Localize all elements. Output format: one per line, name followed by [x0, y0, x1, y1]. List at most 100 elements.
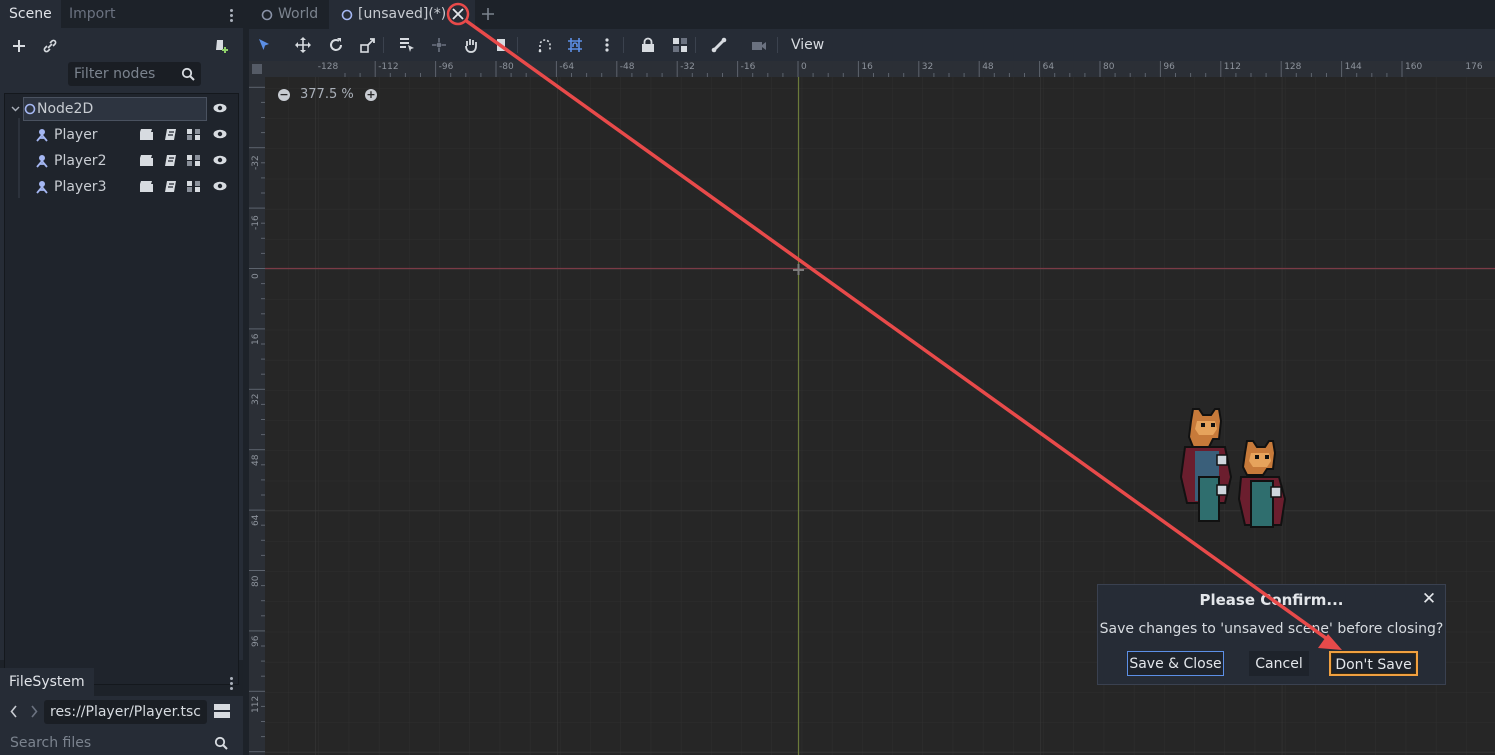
- scene-panel: Node2D Player Player2: [0, 28, 243, 685]
- open-scene-icon[interactable]: [140, 181, 153, 192]
- dock-menu-icon[interactable]: [230, 675, 234, 692]
- dock-menu-icon[interactable]: [230, 7, 234, 24]
- group-button[interactable]: [668, 33, 692, 57]
- tree-item-player2[interactable]: Player2: [9, 149, 234, 173]
- tab-import[interactable]: Import: [60, 0, 124, 28]
- ruler-x-label: -96: [438, 62, 454, 72]
- toolbar-separator: [383, 37, 384, 53]
- ruler-icon: [497, 39, 505, 51]
- tree-guides: [18, 118, 20, 198]
- camera-button[interactable]: [747, 33, 771, 57]
- grid-snap-icon: [568, 38, 582, 52]
- filter-nodes-field[interactable]: [68, 62, 201, 86]
- scene-dock-tabs: Scene Import: [0, 0, 243, 28]
- tab-scene[interactable]: Scene: [0, 0, 61, 28]
- list-view-icon[interactable]: [214, 704, 230, 718]
- smart-snap-button[interactable]: [533, 33, 557, 57]
- add-node-button[interactable]: [7, 34, 31, 58]
- move-icon: [295, 37, 311, 53]
- left-dock: Scene Import Node2D: [0, 0, 243, 755]
- zoom-in-button[interactable]: +: [365, 89, 377, 101]
- scale-icon: [360, 38, 375, 53]
- ruler-x-label: -16: [740, 62, 756, 72]
- forward-arrow-icon[interactable]: [30, 705, 38, 718]
- skeleton-button[interactable]: [707, 33, 731, 57]
- camera-icon: [752, 42, 766, 50]
- open-scene-icon[interactable]: [140, 129, 153, 140]
- player2-sprite[interactable]: [1235, 437, 1305, 532]
- search-files-field[interactable]: [4, 731, 235, 755]
- ruler-x-label: 128: [1284, 62, 1302, 72]
- cancel-button[interactable]: Cancel: [1249, 651, 1309, 676]
- snap-options-button[interactable]: [595, 33, 619, 57]
- move-mode-button[interactable]: [291, 33, 315, 57]
- group-icon: [673, 38, 687, 52]
- ruler-mode-button[interactable]: [489, 33, 513, 57]
- search-files-input[interactable]: [10, 731, 200, 755]
- tab-world[interactable]: World: [249, 0, 329, 29]
- toolbar-separator: [777, 37, 778, 53]
- view-menu[interactable]: View: [791, 36, 824, 54]
- tree-item-node2d[interactable]: Node2D: [9, 97, 234, 121]
- pivot-mode-button[interactable]: [427, 33, 451, 57]
- save-and-close-button[interactable]: Save & Close: [1127, 651, 1224, 676]
- tree-item-label: Node2D: [37, 101, 94, 117]
- tab-label: World: [278, 6, 319, 22]
- script-icon[interactable]: [164, 129, 177, 140]
- new-tab-plus-icon[interactable]: [481, 7, 495, 21]
- list-select-icon: [400, 38, 414, 52]
- script-icon[interactable]: [164, 155, 177, 166]
- node2d-icon: [341, 9, 353, 21]
- tree-item-label: Player3: [54, 179, 107, 195]
- visibility-eye-icon[interactable]: [213, 181, 227, 191]
- dialog-close-icon[interactable]: ✕: [1419, 587, 1439, 611]
- visibility-eye-icon[interactable]: [213, 155, 227, 165]
- attach-script-button[interactable]: [209, 34, 233, 58]
- tree-item-player[interactable]: Player: [9, 123, 234, 147]
- select-mode-button[interactable]: [252, 33, 276, 57]
- instance-scene-button[interactable]: [38, 34, 62, 58]
- visibility-eye-icon[interactable]: [213, 129, 227, 139]
- ruler-y-label: 16: [251, 333, 261, 345]
- grid-snap-button[interactable]: [563, 33, 587, 57]
- lock-icon: [642, 37, 654, 52]
- lock-button[interactable]: [636, 33, 660, 57]
- ruler-x-label: 64: [1042, 62, 1055, 72]
- rotate-mode-button[interactable]: [324, 33, 348, 57]
- tree-item-player3[interactable]: Player3: [9, 175, 234, 199]
- ruler-y-label: 112: [251, 696, 261, 714]
- list-select-button[interactable]: [395, 33, 419, 57]
- ruler-x-label: 160: [1405, 62, 1423, 72]
- ruler-x-label: 80: [1103, 62, 1115, 72]
- tab-unsaved[interactable]: [unsaved](*): [329, 0, 475, 29]
- ruler-y-label: 64: [251, 514, 261, 527]
- node2d-icon: [24, 103, 36, 115]
- chevron-down-icon[interactable]: [11, 106, 20, 112]
- zoom-out-button[interactable]: −: [278, 89, 290, 101]
- dialog-message: Save changes to 'unsaved scene' before c…: [1099, 621, 1444, 637]
- script-icon[interactable]: [164, 181, 177, 192]
- zoom-level[interactable]: 377.5 %: [300, 85, 354, 105]
- kinematic-body-icon: [36, 181, 48, 194]
- group-icon[interactable]: [187, 129, 200, 140]
- pivot-icon: [432, 38, 446, 52]
- scale-mode-button[interactable]: [356, 33, 380, 57]
- dont-save-button[interactable]: Don't Save: [1329, 651, 1418, 676]
- ruler-x-label: 16: [861, 62, 873, 72]
- hand-icon: [465, 39, 477, 53]
- tab-filesystem[interactable]: FileSystem: [0, 668, 94, 696]
- ruler-x-label: -80: [499, 62, 514, 72]
- group-icon[interactable]: [187, 181, 200, 192]
- filesystem-panel: res://Player/Player.tsc: [0, 696, 243, 755]
- current-path-field[interactable]: res://Player/Player.tsc: [44, 700, 207, 724]
- script-add-icon: [216, 40, 228, 53]
- ruler-y-label: 0: [251, 272, 261, 279]
- group-icon[interactable]: [187, 155, 200, 166]
- visibility-eye-icon[interactable]: [213, 103, 227, 113]
- back-arrow-icon[interactable]: [10, 705, 18, 718]
- open-scene-icon[interactable]: [140, 155, 153, 166]
- pan-mode-button[interactable]: [459, 33, 483, 57]
- close-tab-icon[interactable]: [451, 7, 465, 21]
- kinematic-body-icon: [36, 129, 48, 142]
- filter-nodes-input[interactable]: [74, 62, 174, 86]
